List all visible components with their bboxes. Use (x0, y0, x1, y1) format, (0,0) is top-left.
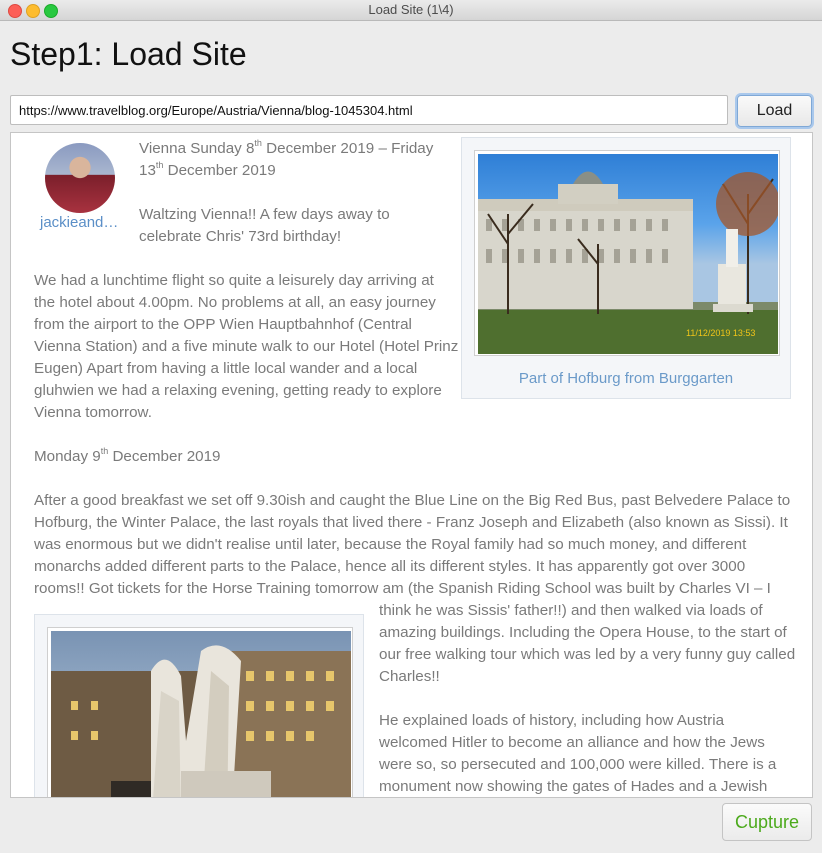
photo-caption[interactable]: Part of Hofburg from Burggarten (462, 370, 790, 387)
text-line: rooms!! Got tickets for the Horse Traini… (34, 580, 771, 597)
text-line: monument now showing the gates of Hades … (379, 778, 768, 795)
photo-border (47, 627, 353, 797)
text-line: Hofburg, the Winter Palace, the last roy… (34, 514, 788, 531)
text-line: think he was Sissis' father!!) and then … (379, 602, 763, 619)
page-title: Step1: Load Site (10, 36, 247, 72)
dates-text: December 2019 – Friday (261, 140, 434, 157)
paragraph-history: He explained loads of history, including… (379, 710, 777, 797)
paragraph-hofburg: After a good breakfast we set off 9.30is… (34, 490, 790, 600)
hofburg-photo-graphic: 11/12/2019 13:53 (478, 171, 778, 354)
photo-border: 11/12/2019 13:53 (474, 150, 780, 356)
text-line: amazing buildings. Including the Opera H… (379, 624, 787, 641)
blog-dates: Vienna Sunday 8th December 2019 – Friday… (139, 138, 433, 182)
text-line: After a good breakfast we set off 9.30is… (34, 492, 791, 509)
text-line: the hotel about 4.00pm. No problems at a… (34, 294, 436, 311)
text-line: gluhwien we had a relaxing evening, gett… (34, 382, 442, 399)
page-preview[interactable]: jackieand… Vienna Sunday 8th December 20… (10, 132, 813, 798)
url-input[interactable] (10, 95, 728, 125)
day-heading: Monday 9th December 2019 (34, 446, 221, 468)
author-avatar[interactable] (45, 143, 115, 213)
dates-text: Vienna Sunday 8 (139, 140, 255, 157)
text-line: Vienna tomorrow. (34, 404, 152, 421)
day-text: December 2019 (108, 448, 221, 465)
text-line: from the airport to the OPP Wien Hauptba… (34, 316, 412, 333)
load-button[interactable]: Load (737, 95, 812, 127)
window-title: Load Site (1\4) (368, 2, 454, 17)
text-line: Charles!! (379, 668, 440, 685)
text-line: We had a lunchtime flight so quite a lei… (34, 272, 434, 289)
capture-button[interactable]: Cupture (722, 803, 812, 841)
photo-timestamp: 11/12/2019 13:53 (686, 328, 755, 338)
photo-card-hofburg: 11/12/2019 13:53 Part of Hofburg from Bu… (461, 137, 791, 399)
dates-text: December 2019 (163, 162, 276, 179)
text-line: He explained loads of history, including… (379, 712, 725, 729)
monument-photo[interactable] (51, 631, 351, 797)
paragraph-walking-tour: think he was Sissis' father!!) and then … (379, 600, 795, 688)
author-link[interactable]: jackieand… (40, 214, 118, 231)
window-titlebar: Load Site (1\4) (0, 0, 822, 21)
text-line: our free walking tour which was led by a… (379, 646, 796, 663)
text-line: celebrate Chris' 73rd birthday! (139, 228, 342, 245)
text-line: welcomed Hitler to become an alliance an… (379, 734, 765, 751)
photo-card-monument (34, 614, 364, 797)
text-line: was enormous but we didn't realise until… (34, 536, 747, 553)
text-line: were so, so persecuted and 100,000 were … (379, 756, 777, 773)
text-line: Eugen) Apart from having a little local … (34, 360, 418, 377)
hofburg-photo[interactable]: 11/12/2019 13:53 (478, 154, 778, 354)
paragraph-arrival: We had a lunchtime flight so quite a lei… (34, 270, 458, 424)
blog-intro: Waltzing Vienna!! A few days away to cel… (139, 204, 390, 248)
day-text: Monday 9 (34, 448, 101, 465)
text-line: monarchs added different parts to the Pa… (34, 558, 746, 575)
monument-photo-graphic (51, 645, 351, 797)
dates-ordinal: th (254, 138, 262, 148)
text-line: Waltzing Vienna!! A few days away to (139, 206, 390, 223)
dates-text: 13 (139, 162, 156, 179)
text-line: Vienna Station) and a five minute walk t… (34, 338, 459, 355)
